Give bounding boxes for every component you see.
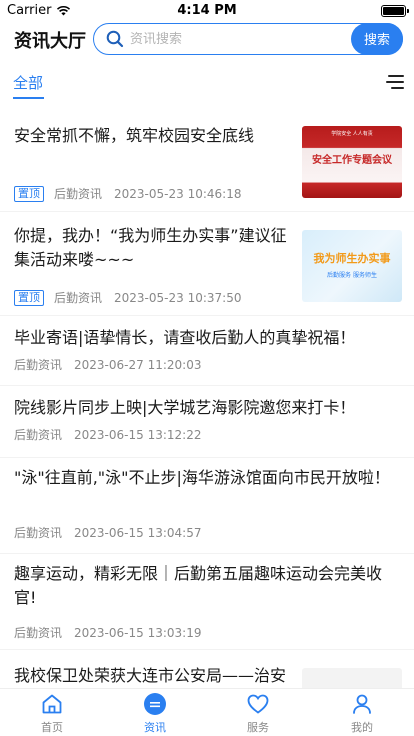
news-time: 2023-06-15 13:12:22	[74, 427, 202, 442]
news-time: 2023-05-23 10:46:18	[114, 186, 242, 201]
tab-news[interactable]: 资讯	[125, 691, 185, 736]
news-title: "泳"往直前,"泳"不止步|海华游泳馆面向市民开放啦！	[14, 468, 390, 487]
thumb-caption: 安全工作专题会议	[312, 155, 392, 166]
news-meta: 后勤资讯 2023-06-15 13:03:19	[14, 624, 201, 641]
news-item[interactable]: 我校保卫处荣获大连市公安局——治安	[0, 650, 414, 688]
battery-icon	[381, 5, 409, 17]
status-time: 4:14 PM	[177, 3, 237, 18]
tab-service[interactable]: 服务	[228, 691, 288, 736]
news-title: 我校保卫处荣获大连市公安局——治安	[14, 666, 287, 685]
thumb-caption-small: 学院安全 人人有责	[331, 131, 373, 137]
news-item[interactable]: "泳"往直前,"泳"不止步|海华游泳馆面向市民开放啦！ 后勤资讯 2023-06…	[0, 458, 414, 554]
header: 资讯大厅 搜索	[0, 22, 414, 58]
news-item[interactable]: 趣享运动，精彩无限｜后勤第五届趣味运动会完美收官! 后勤资讯 2023-06-1…	[0, 554, 414, 650]
news-list: 安全常抓不懈，筑牢校园安全底线 置顶 后勤资讯 2023-05-23 10:46…	[0, 108, 414, 688]
news-item[interactable]: 安全常抓不懈，筑牢校园安全底线 置顶 后勤资讯 2023-05-23 10:46…	[0, 108, 414, 212]
tab-label: 服务	[247, 721, 269, 734]
tab-label: 我的	[351, 721, 373, 734]
news-thumbnail: 我为师生办实事 后勤服务 服务师生	[302, 230, 402, 302]
news-source: 后勤资讯	[14, 526, 63, 540]
news-meta: 后勤资讯 2023-06-15 13:12:22	[14, 426, 201, 443]
news-thumbnail	[302, 668, 402, 688]
news-title: 院线影片同步上映|大学城艺海影院邀您来打卡！	[14, 398, 356, 417]
tab-profile[interactable]: 我的	[332, 691, 392, 736]
search-button[interactable]: 搜索	[351, 22, 403, 55]
news-time: 2023-05-23 10:37:50	[114, 290, 242, 305]
news-meta: 置顶 后勤资讯 2023-05-23 10:37:50	[14, 289, 241, 306]
news-item[interactable]: 毕业寄语|语挚情长，请查收后勤人的真挚祝福！ 后勤资讯 2023-06-27 1…	[0, 316, 414, 386]
news-title: 趣享运动，精彩无限｜后勤第五届趣味运动会完美收官!	[14, 564, 383, 607]
tab-active-indicator	[13, 97, 44, 99]
menu-icon[interactable]	[386, 74, 404, 90]
bottom-tab-bar: 首页 资讯 服务 我的	[0, 688, 414, 736]
home-icon	[39, 691, 65, 717]
pinned-badge: 置顶	[14, 185, 44, 202]
search-box[interactable]: 搜索	[93, 22, 403, 55]
status-bar: Carrier 4:14 PM	[0, 0, 414, 22]
news-item[interactable]: 你提，我办！“我为师生办实事”建议征集活动来喽~~~ 置顶 后勤资讯 2023-…	[0, 212, 414, 316]
tab-label: 资讯	[144, 721, 166, 734]
thumb-caption-small: 后勤服务 服务师生	[327, 272, 377, 279]
news-source: 后勤资讯	[14, 626, 63, 640]
news-item[interactable]: 院线影片同步上映|大学城艺海影院邀您来打卡！ 后勤资讯 2023-06-15 1…	[0, 386, 414, 458]
news-title: 你提，我办！“我为师生办实事”建议征集活动来喽~~~	[14, 226, 287, 269]
news-time: 2023-06-27 11:20:03	[74, 357, 202, 372]
search-input[interactable]	[130, 28, 340, 50]
news-source: 后勤资讯	[54, 291, 103, 305]
heart-icon	[245, 691, 271, 717]
news-source: 后勤资讯	[14, 428, 63, 442]
tab-all[interactable]: 全部	[13, 72, 43, 93]
page-title: 资讯大厅	[14, 31, 86, 52]
tab-label: 首页	[41, 721, 63, 734]
news-source: 后勤资讯	[14, 358, 63, 372]
news-time: 2023-06-15 13:03:19	[74, 625, 202, 640]
news-meta: 后勤资讯 2023-06-15 13:04:57	[14, 524, 201, 541]
user-icon	[349, 691, 375, 717]
search-icon	[106, 30, 124, 48]
news-time: 2023-06-15 13:04:57	[74, 525, 202, 540]
news-title: 安全常抓不懈，筑牢校园安全底线	[14, 126, 255, 145]
news-meta: 后勤资讯 2023-06-27 11:20:03	[14, 356, 201, 373]
news-icon	[142, 691, 168, 717]
thumb-caption: 我为师生办实事	[313, 252, 391, 265]
news-title: 毕业寄语|语挚情长，请查收后勤人的真挚祝福！	[14, 328, 356, 347]
news-source: 后勤资讯	[54, 187, 103, 201]
news-meta: 置顶 后勤资讯 2023-05-23 10:46:18	[14, 185, 241, 202]
tab-home[interactable]: 首页	[22, 691, 82, 736]
news-thumbnail: 学院安全 人人有责 安全工作专题会议	[302, 126, 402, 198]
pinned-badge: 置顶	[14, 289, 44, 306]
category-tabs: 全部	[0, 66, 414, 102]
